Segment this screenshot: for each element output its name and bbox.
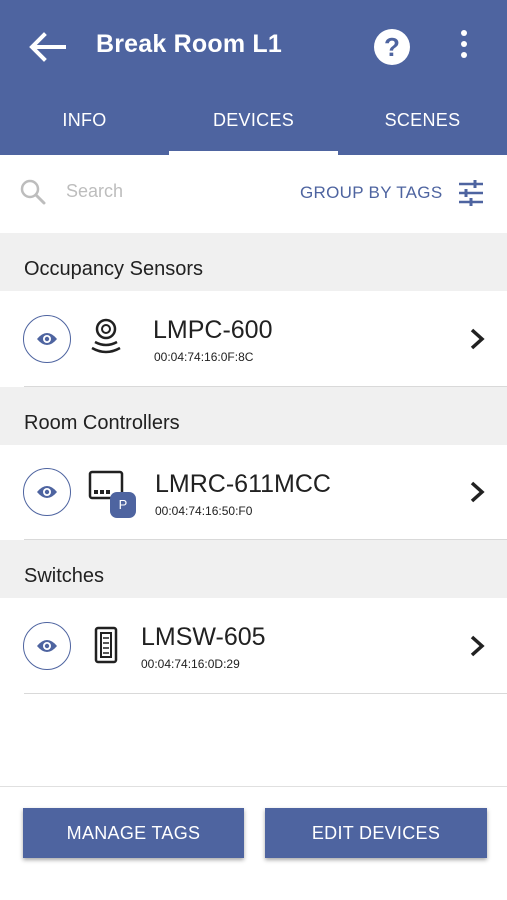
device-mac-address: 00:04:74:16:0D:29: [141, 657, 240, 671]
device-mac-address: 00:04:74:16:0F:8C: [154, 350, 254, 364]
bottom-action-bar: MANAGE TAGS EDIT DEVICES: [0, 786, 507, 900]
tab-bar: INFO DEVICES SCENES: [0, 95, 507, 155]
badge-letter: P: [118, 497, 128, 512]
device-name: LMSW-605: [141, 623, 266, 651]
tab-devices[interactable]: DEVICES: [169, 95, 338, 155]
back-arrow-icon[interactable]: [26, 26, 68, 68]
device-mac-address: 00:04:74:16:50:F0: [155, 504, 253, 518]
app-bar: Break Room L1 ? INFO DEVICES SCENES: [0, 0, 507, 155]
search-bar: GROUP BY TAGS: [0, 155, 507, 233]
device-row[interactable]: P LMRC-611MCC 00:04:74:16:50:F0: [0, 446, 507, 540]
eye-icon: [37, 486, 57, 498]
help-icon[interactable]: ?: [374, 29, 410, 65]
device-name: LMPC-600: [153, 316, 273, 344]
chevron-right-icon[interactable]: [466, 480, 488, 504]
device-name: LMRC-611MCC: [155, 470, 331, 498]
tab-scenes[interactable]: SCENES: [338, 95, 507, 155]
eye-icon: [37, 640, 57, 652]
section-header-room-controllers: Room Controllers: [0, 387, 507, 445]
search-icon: [20, 179, 46, 205]
room-controller-icon: P: [88, 470, 138, 518]
occupancy-sensor-icon: [89, 317, 127, 359]
device-row[interactable]: LMSW-605 00:04:74:16:0D:29: [0, 600, 507, 694]
search-input[interactable]: [66, 181, 266, 202]
tab-info[interactable]: INFO: [0, 95, 169, 155]
device-row[interactable]: LMPC-600 00:04:74:16:0F:8C: [0, 293, 507, 387]
section-header-occupancy-sensors: Occupancy Sensors: [0, 233, 507, 291]
manage-tags-button[interactable]: MANAGE TAGS: [23, 808, 244, 858]
chevron-right-icon[interactable]: [466, 634, 488, 658]
filter-settings-icon[interactable]: [457, 179, 485, 207]
more-options-icon[interactable]: [452, 30, 476, 64]
eye-icon: [37, 333, 57, 345]
identify-eye-button[interactable]: [23, 315, 71, 363]
identify-eye-button[interactable]: [23, 622, 71, 670]
chevron-right-icon[interactable]: [466, 327, 488, 351]
identify-eye-button[interactable]: [23, 468, 71, 516]
group-by-tags-button[interactable]: GROUP BY TAGS: [300, 183, 442, 203]
section-header-switches: Switches: [0, 540, 507, 598]
edit-devices-button[interactable]: EDIT DEVICES: [265, 808, 487, 858]
divider: [24, 693, 507, 694]
switch-icon: [94, 626, 118, 666]
page-title: Break Room L1: [96, 30, 282, 58]
